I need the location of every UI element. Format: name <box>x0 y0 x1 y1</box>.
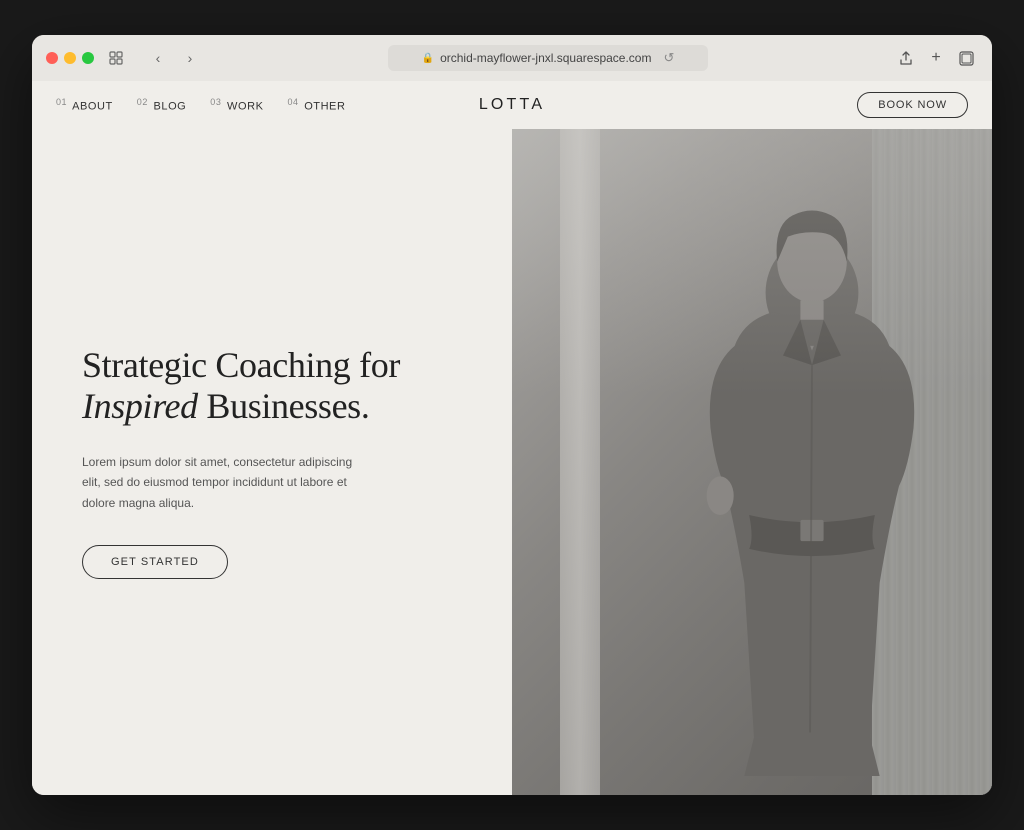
url-text: orchid-mayflower-jnxl.squarespace.com <box>440 51 651 65</box>
hero-photo <box>512 129 992 795</box>
hero-body-text: Lorem ipsum dolor sit amet, consectetur … <box>82 452 362 513</box>
hero-section: Strategic Coaching for Inspired Business… <box>32 129 992 795</box>
share-button[interactable] <box>894 46 918 70</box>
nav-link-blog[interactable]: 02 BLOG <box>137 97 187 113</box>
new-tab-button[interactable]: + <box>924 46 948 70</box>
maximize-button[interactable] <box>82 52 94 64</box>
hero-headline-line2: Businesses. <box>198 386 370 426</box>
browser-chrome: ‹ › 🔒 orchid-mayflower-jnxl.squarespace.… <box>32 35 992 81</box>
hero-headline-italic: Inspired <box>82 386 198 426</box>
close-button[interactable] <box>46 52 58 64</box>
window-switcher-icon[interactable] <box>104 46 128 70</box>
nav-link-other[interactable]: 04 OTHER <box>287 97 345 113</box>
address-bar-wrapper: 🔒 orchid-mayflower-jnxl.squarespace.com … <box>212 45 884 71</box>
window-controls <box>46 52 94 64</box>
tabs-button[interactable] <box>954 46 978 70</box>
reload-icon[interactable]: ↺ <box>663 50 674 66</box>
book-now-button[interactable]: BOOK NOW <box>857 92 968 118</box>
browser-controls: ‹ › <box>146 46 202 70</box>
hero-headline: Strategic Coaching for Inspired Business… <box>82 345 462 428</box>
nav-link-work[interactable]: 03 WORK <box>210 97 263 113</box>
hero-headline-line1: Strategic Coaching for <box>82 345 400 385</box>
forward-button[interactable]: › <box>178 46 202 70</box>
hero-right <box>512 129 992 795</box>
get-started-button[interactable]: GET STARTED <box>82 545 228 579</box>
nav: 01 ABOUT 02 BLOG 03 WORK 04 OTHER LOTTA … <box>32 81 992 129</box>
site-logo[interactable]: LOTTA <box>479 96 545 114</box>
address-bar[interactable]: 🔒 orchid-mayflower-jnxl.squarespace.com … <box>388 45 708 71</box>
browser-actions: + <box>894 46 978 70</box>
nav-link-about[interactable]: 01 ABOUT <box>56 97 113 113</box>
photo-light-overlay <box>512 129 992 395</box>
browser-window: ‹ › 🔒 orchid-mayflower-jnxl.squarespace.… <box>32 35 992 795</box>
lock-icon: 🔒 <box>422 53 434 64</box>
website: 01 ABOUT 02 BLOG 03 WORK 04 OTHER LOTTA … <box>32 81 992 795</box>
hero-left: Strategic Coaching for Inspired Business… <box>32 129 512 795</box>
minimize-button[interactable] <box>64 52 76 64</box>
browser-titlebar: ‹ › 🔒 orchid-mayflower-jnxl.squarespace.… <box>46 45 978 81</box>
back-button[interactable]: ‹ <box>146 46 170 70</box>
nav-links: 01 ABOUT 02 BLOG 03 WORK 04 OTHER <box>56 97 345 113</box>
